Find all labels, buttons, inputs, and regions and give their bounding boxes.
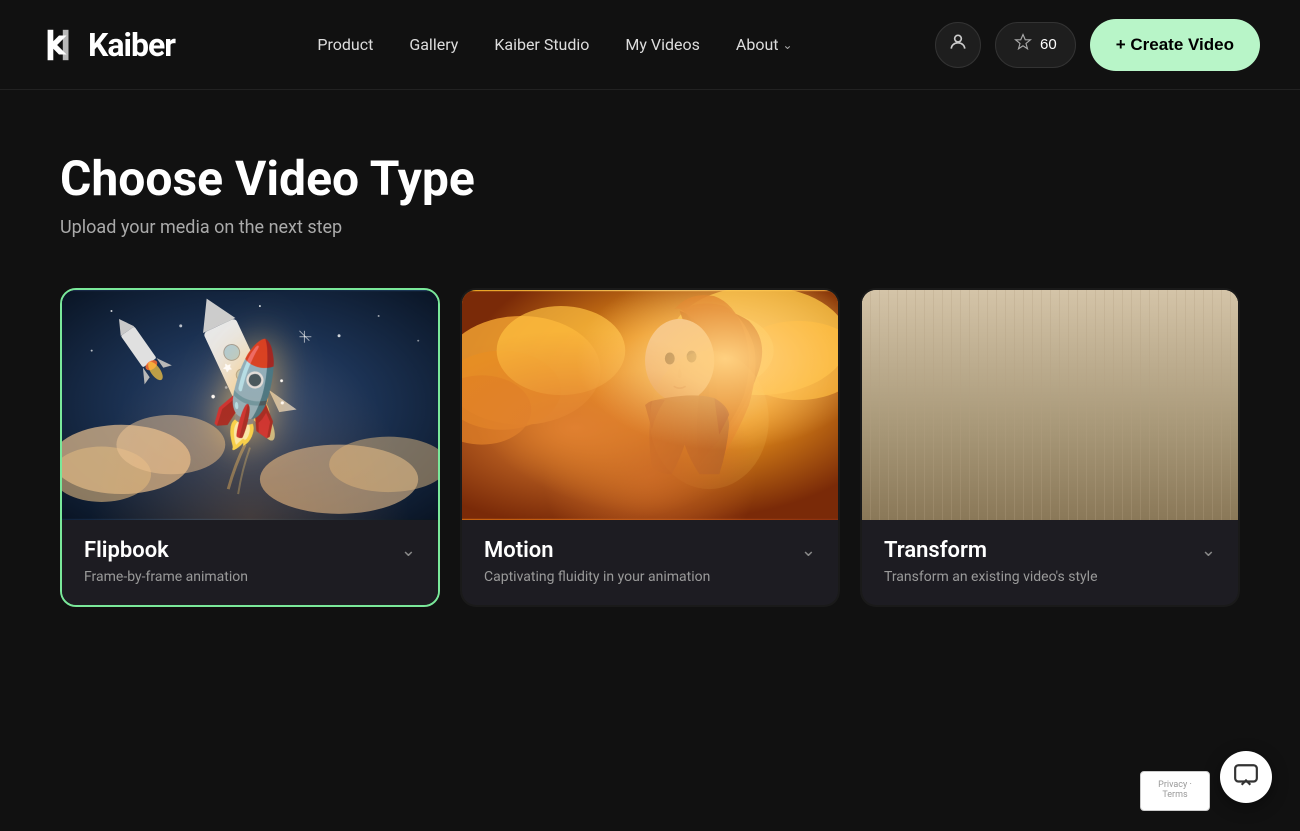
credits-button[interactable]: 60 <box>995 22 1076 68</box>
logo-icon <box>40 26 78 64</box>
logo[interactable]: Kaiber <box>40 26 175 64</box>
card-flipbook-desc: Frame-by-frame animation <box>84 569 401 585</box>
card-motion-desc: Captivating fluidity in your animation <box>484 569 801 585</box>
nav-gallery[interactable]: Gallery <box>409 35 458 54</box>
card-flipbook-title: Flipbook <box>84 538 401 563</box>
card-transform[interactable]: Transform Transform an existing video's … <box>860 288 1240 607</box>
card-flipbook[interactable]: Flipbook Frame-by-frame animation ⌄ <box>60 288 440 607</box>
card-transform-bottom: Transform Transform an existing video's … <box>862 520 1238 605</box>
credits-icon <box>1014 33 1032 56</box>
page-subtitle: Upload your media on the next step <box>60 217 1240 238</box>
card-flipbook-bottom: Flipbook Frame-by-frame animation ⌄ <box>62 520 438 605</box>
card-transform-image <box>862 290 1238 520</box>
card-transform-info: Transform Transform an existing video's … <box>884 538 1201 585</box>
card-motion-title: Motion <box>484 538 801 563</box>
user-profile-button[interactable] <box>935 22 981 68</box>
card-transform-title: Transform <box>884 538 1201 563</box>
card-flipbook-image <box>62 290 438 520</box>
chat-icon <box>1233 762 1259 792</box>
header: Kaiber Product Gallery Kaiber Studio My … <box>0 0 1300 90</box>
user-icon <box>948 32 968 57</box>
create-video-button[interactable]: + Create Video <box>1090 19 1260 71</box>
header-right: 60 + Create Video <box>935 19 1260 71</box>
nav-about[interactable]: About ⌄ <box>736 35 793 54</box>
recaptcha-badge: Privacy · Terms <box>1140 771 1210 811</box>
main-nav: Product Gallery Kaiber Studio My Videos … <box>317 35 792 54</box>
card-transform-desc: Transform an existing video's style <box>884 569 1201 585</box>
video-type-cards: Flipbook Frame-by-frame animation ⌄ <box>60 288 1240 607</box>
page-title: Choose Video Type <box>60 150 1240 207</box>
card-flipbook-chevron-down-icon[interactable]: ⌄ <box>401 540 416 561</box>
about-chevron-down-icon: ⌄ <box>783 38 793 52</box>
card-transform-chevron-down-icon[interactable]: ⌄ <box>1201 540 1216 561</box>
recaptcha-text: Privacy · Terms <box>1153 780 1197 800</box>
main-content: Choose Video Type Upload your media on t… <box>0 90 1300 667</box>
card-flipbook-info: Flipbook Frame-by-frame animation <box>84 538 401 585</box>
credits-count: 60 <box>1040 36 1057 53</box>
nav-kaiber-studio[interactable]: Kaiber Studio <box>494 35 589 54</box>
logo-text: Kaiber <box>88 26 175 64</box>
card-motion-info: Motion Captivating fluidity in your anim… <box>484 538 801 585</box>
nav-my-videos[interactable]: My Videos <box>625 35 699 54</box>
nav-product[interactable]: Product <box>317 35 373 54</box>
card-motion-bottom: Motion Captivating fluidity in your anim… <box>462 520 838 605</box>
card-motion-image <box>462 290 838 520</box>
card-motion-chevron-down-icon[interactable]: ⌄ <box>801 540 816 561</box>
chat-widget[interactable] <box>1220 751 1272 803</box>
create-video-label: + Create Video <box>1116 35 1234 55</box>
card-motion[interactable]: Motion Captivating fluidity in your anim… <box>460 288 840 607</box>
